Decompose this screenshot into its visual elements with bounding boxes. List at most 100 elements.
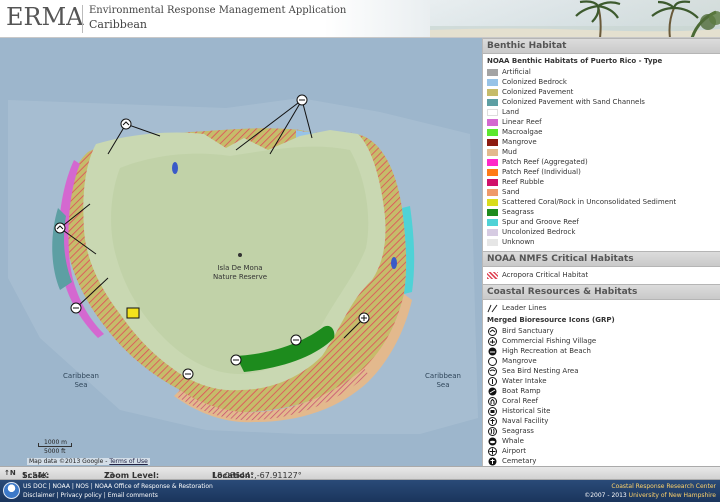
legend-label: Airport	[502, 447, 526, 455]
legend-label: Water Intake	[502, 377, 547, 385]
benthic-legend: Artificial Colonized Bedrock Colonized Pav…	[483, 67, 720, 247]
legend-item-bioresource: Boat Ramp	[487, 386, 720, 396]
legend-label: Colonized Pavement with Sand Channels	[502, 98, 645, 106]
legend-item-benthic: Sand	[487, 187, 720, 197]
hatch-swatch	[487, 271, 498, 279]
map-canvas[interactable]	[0, 38, 482, 466]
legend-swatch	[487, 168, 498, 176]
legend-label: Scattered Coral/Rock in Unconsolidated S…	[502, 198, 677, 206]
legend-label: Commercial Fishing Village	[502, 337, 597, 345]
map-view[interactable]: Isla De Mona Nature Reserve Caribbean Se…	[0, 38, 482, 466]
scale-ft-label: 5000 ft	[44, 448, 66, 455]
legend-label: Boat Ramp	[502, 387, 541, 395]
historical-site-icon	[487, 406, 498, 416]
legend-item-benthic: Colonized Pavement with Sand Channels	[487, 97, 720, 107]
legend-label: Patch Reef (Aggregated)	[502, 158, 588, 166]
legend-label: Seagrass	[502, 427, 534, 435]
legend-item-benthic: Artificial	[487, 67, 720, 77]
legend-item-benthic: Seagrass	[487, 207, 720, 217]
app-header: ERMA Environmental Response Management A…	[0, 0, 720, 38]
legend-item-benthic: Mud	[487, 147, 720, 157]
map-attribution: Map data ©2013 Google - Terms of Use	[27, 458, 150, 465]
boat-ramp-icon	[487, 387, 498, 396]
legend-item-benthic: Colonized Pavement	[487, 87, 720, 97]
legend-label: Sea Bird Nesting Area	[502, 367, 579, 375]
noaa-logo-icon[interactable]	[3, 482, 20, 499]
legend-label: Colonized Bedrock	[502, 78, 567, 86]
bioresource-legend: Bird Sanctuary Commercial Fishing Village…	[483, 326, 720, 466]
legend-label: Linear Reef	[502, 118, 542, 126]
crc-link[interactable]: Coastal Response Research Center	[611, 483, 716, 490]
erma-app: ERMA Environmental Response Management A…	[0, 0, 720, 502]
naval-facility-icon	[487, 416, 498, 426]
legend-item-bioresource: Bird Sanctuary	[487, 326, 720, 336]
legend-item-bioresource: Mangrove	[487, 356, 720, 366]
erma-logo[interactable]: ERMA	[6, 3, 84, 31]
legend-swatch	[487, 238, 498, 246]
terms-of-use-link[interactable]: Terms of Use	[109, 458, 147, 465]
app-subtitle: Caribbean	[89, 18, 147, 31]
seagrass-icon	[487, 426, 498, 436]
legend-item-critical: Acropora Critical Habitat	[487, 270, 720, 280]
logo-divider	[82, 5, 83, 33]
legend-item-benthic: Unknown	[487, 237, 720, 247]
legend-label: Patch Reef (Individual)	[502, 168, 581, 176]
legend-item-benthic: Patch Reef (Individual)	[487, 167, 720, 177]
legend-label: Mangrove	[502, 357, 537, 365]
fishing-village-icon	[487, 336, 498, 346]
legend-item-bioresource: High Recreation at Beach	[487, 346, 720, 356]
legend-label: High Recreation at Beach	[502, 347, 591, 355]
legend-swatch	[487, 108, 498, 116]
leader-legend: Leader Lines	[483, 300, 720, 313]
legend-label: Unknown	[502, 238, 535, 246]
copyright-text: ©2007 - 2013 University of New Hampshire	[584, 492, 716, 499]
legend-label: Artificial	[502, 68, 531, 76]
legend-item-bioresource: Naval Facility	[487, 416, 720, 426]
island-label: Isla De Mona Nature Reserve	[212, 264, 268, 281]
legend-swatch	[487, 188, 498, 196]
legend-item-bioresource: Coral Reef	[487, 396, 720, 406]
beach-recreation-icon	[487, 347, 498, 356]
legend-item-bioresource: Cemetary	[487, 456, 720, 466]
whale-icon	[487, 437, 498, 446]
legend-label: Naval Facility	[502, 417, 549, 425]
legend-item-benthic: Patch Reef (Aggregated)	[487, 157, 720, 167]
legend-swatch	[487, 88, 498, 96]
bioresource-subheader: Merged Bioresource Icons (GRP)	[487, 316, 615, 324]
legend-item-benthic: Scattered Coral/Rock in Unconsolidated S…	[487, 197, 720, 207]
benthic-habitat-header[interactable]: Benthic Habitat	[483, 38, 720, 54]
legend-label: Spur and Groove Reef	[502, 218, 579, 226]
footer-policy-links[interactable]: Disclaimer | Privacy policy | Email comm…	[23, 492, 158, 499]
coral-reef-icon	[487, 396, 498, 406]
legend-label: Acropora Critical Habitat	[502, 271, 589, 279]
app-title: Environmental Response Management Applic…	[89, 5, 347, 16]
legend-swatch	[487, 138, 498, 146]
legend-item-bioresource: Whale	[487, 436, 720, 446]
legend-label: Mangrove	[502, 138, 537, 146]
legend-label: Sand	[502, 188, 520, 196]
legend-item-benthic: Mangrove	[487, 137, 720, 147]
legend-label: Leader Lines	[502, 304, 547, 312]
legend-swatch	[487, 78, 498, 86]
legend-swatch	[487, 68, 498, 76]
legend-label: Bird Sanctuary	[502, 327, 554, 335]
bird-sanctuary-icon	[487, 326, 498, 336]
legend-item-bioresource: Airport	[487, 446, 720, 456]
legend-swatch	[487, 158, 498, 166]
leader-lines-icon	[487, 304, 498, 313]
legend-label: Historical Site	[502, 407, 551, 415]
legend-item-benthic: Macroalgae	[487, 127, 720, 137]
legend-item-benthic: Colonized Bedrock	[487, 77, 720, 87]
legend-label: Mud	[502, 148, 517, 156]
scale-km-label: 1000 m	[44, 439, 68, 446]
coastal-resources-header[interactable]: Coastal Resources & Habitats	[483, 284, 720, 300]
legend-item-bioresource: Sea Bird Nesting Area	[487, 366, 720, 376]
legend-swatch	[487, 198, 498, 206]
legend-item-bioresource: Commercial Fishing Village	[487, 336, 720, 346]
critical-habitats-header[interactable]: NOAA NMFS Critical Habitats	[483, 251, 720, 267]
unh-link[interactable]: University of New Hampshire	[629, 492, 716, 499]
layers-sidebar: Benthic Habitat NOAA Benthic Habitats of…	[482, 38, 720, 466]
legend-swatch	[487, 228, 498, 236]
legend-label: Uncolonized Bedrock	[502, 228, 576, 236]
footer-agency-links[interactable]: US DOC | NOAA | NOS | NOAA Office of Res…	[23, 483, 213, 490]
